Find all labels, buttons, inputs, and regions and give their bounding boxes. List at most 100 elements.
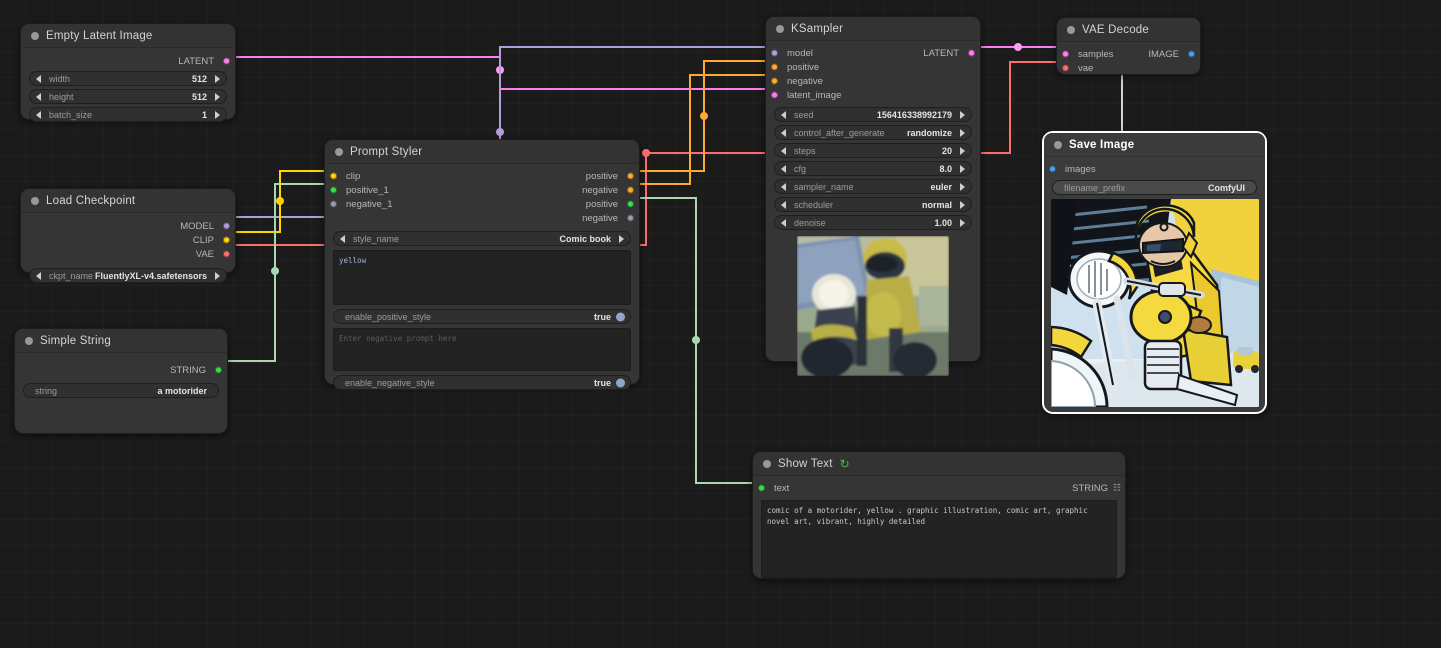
widget-scheduler[interactable]: scheduler normal: [774, 197, 972, 212]
input-slot-latent-image[interactable]: latent_image: [766, 88, 980, 102]
positive-prompt-textarea[interactable]: yellow: [333, 250, 631, 305]
decrement-arrow-icon[interactable]: [36, 92, 41, 101]
slot-dot-icon[interactable]: [1062, 64, 1069, 72]
previous-arrow-icon[interactable]: [781, 182, 786, 191]
collapse-dot-icon[interactable]: [335, 147, 343, 156]
widget-width[interactable]: width 512: [29, 71, 227, 86]
next-arrow-icon[interactable]: [215, 271, 220, 280]
output-slot-image[interactable]: IMAGE: [1057, 47, 1200, 61]
slot-dot-icon[interactable]: [771, 63, 778, 71]
widget-value[interactable]: normal: [922, 200, 964, 210]
node-ksampler[interactable]: KSampler model LATENT positive negative: [765, 16, 981, 376]
widget-filename-prefix[interactable]: filename_prefix ComfyUI: [1052, 180, 1257, 195]
slot-dot-icon[interactable]: [223, 250, 230, 258]
node-save-image[interactable]: Save Image images filename_prefix ComfyU…: [1042, 131, 1267, 414]
previous-arrow-icon[interactable]: [36, 271, 41, 280]
toggle-icon[interactable]: [616, 312, 625, 321]
next-arrow-icon[interactable]: [960, 200, 965, 209]
node-title-bar[interactable]: Load Checkpoint: [21, 189, 235, 213]
widget-control-after-generate[interactable]: control_after_generate randomize: [774, 125, 972, 140]
increment-arrow-icon[interactable]: [960, 146, 965, 155]
input-slot-vae[interactable]: vae: [1057, 61, 1200, 75]
widget-cfg[interactable]: cfg 8.0: [774, 161, 972, 176]
node-load-checkpoint[interactable]: Load Checkpoint MODEL CLIP VAE ckpt_name…: [20, 188, 236, 283]
slot-dot-icon[interactable]: [627, 172, 634, 180]
node-simple-string[interactable]: Simple String STRING string a motorider: [14, 328, 228, 434]
previous-arrow-icon[interactable]: [781, 128, 786, 137]
node-title-bar[interactable]: KSampler: [766, 17, 980, 41]
output-slot-positive-string[interactable]: positive: [325, 197, 639, 211]
node-prompt-styler[interactable]: Prompt Styler clip positive positive_1 n…: [324, 139, 640, 390]
output-slot-vae[interactable]: VAE: [21, 247, 235, 261]
widget-ckpt-name[interactable]: ckpt_name FluentlyXL-v4.safetensors: [29, 268, 227, 283]
refresh-icon[interactable]: ↻: [840, 458, 850, 470]
output-slot-negative-string[interactable]: negative: [325, 211, 639, 225]
decrement-arrow-icon[interactable]: [36, 74, 41, 83]
output-slot-clip[interactable]: CLIP: [21, 233, 235, 247]
slot-dot-icon[interactable]: [223, 57, 230, 65]
output-slot-model[interactable]: MODEL: [21, 219, 235, 233]
output-slot-negative-cond[interactable]: negative: [325, 183, 639, 197]
decrement-arrow-icon[interactable]: [781, 218, 786, 227]
toggle-icon[interactable]: [616, 378, 625, 387]
widget-height[interactable]: height 512: [29, 89, 227, 104]
widget-value[interactable]: euler: [930, 182, 964, 192]
slot-dot-icon[interactable]: [627, 186, 634, 194]
increment-arrow-icon[interactable]: [215, 110, 220, 119]
next-arrow-icon[interactable]: [960, 128, 965, 137]
slot-dot-icon[interactable]: [968, 49, 975, 57]
output-slot-string[interactable]: STRING: [15, 363, 227, 377]
slot-dot-icon[interactable]: [627, 214, 634, 222]
widget-enable-positive-style[interactable]: enable_positive_style true: [333, 309, 631, 324]
widget-sampler-name[interactable]: sampler_name euler: [774, 179, 972, 194]
collapse-dot-icon[interactable]: [1067, 25, 1075, 34]
slot-dot-icon[interactable]: [1049, 165, 1056, 173]
previous-arrow-icon[interactable]: [781, 200, 786, 209]
widget-value[interactable]: FluentlyXL-v4.safetensors: [95, 271, 219, 281]
input-slot-positive[interactable]: positive: [766, 60, 980, 74]
widget-enable-negative-style[interactable]: enable_negative_style true: [333, 375, 631, 390]
decrement-arrow-icon[interactable]: [781, 146, 786, 155]
widget-seed[interactable]: seed 156416338992179: [774, 107, 972, 122]
output-slot-latent[interactable]: LATENT: [21, 54, 235, 68]
previous-arrow-icon[interactable]: [340, 234, 345, 243]
collapse-dot-icon[interactable]: [31, 31, 39, 40]
slot-dot-icon[interactable]: [771, 77, 778, 85]
node-empty-latent-image[interactable]: Empty Latent Image LATENT width 512 heig…: [20, 23, 236, 122]
widget-value[interactable]: randomize: [907, 128, 964, 138]
output-slot-string[interactable]: STRING ☷: [753, 481, 1125, 495]
slot-dot-icon[interactable]: [1188, 50, 1195, 58]
widget-steps[interactable]: steps 20: [774, 143, 972, 158]
widget-batch-size[interactable]: batch_size 1: [29, 107, 227, 122]
node-title-bar[interactable]: Simple String: [15, 329, 227, 353]
node-title-bar[interactable]: Prompt Styler: [325, 140, 639, 164]
node-title-bar[interactable]: Save Image: [1044, 133, 1265, 157]
increment-arrow-icon[interactable]: [960, 110, 965, 119]
node-title-bar[interactable]: Empty Latent Image: [21, 24, 235, 48]
node-title-bar[interactable]: Show Text ↻: [753, 452, 1125, 476]
slot-dot-icon[interactable]: [223, 222, 230, 230]
widget-value[interactable]: Comic book: [559, 234, 623, 244]
decrement-arrow-icon[interactable]: [36, 110, 41, 119]
next-arrow-icon[interactable]: [960, 182, 965, 191]
show-text-output-textarea[interactable]: comic of a motorider, yellow . graphic i…: [761, 500, 1117, 578]
next-arrow-icon[interactable]: [619, 234, 624, 243]
widget-denoise[interactable]: denoise 1.00: [774, 215, 972, 230]
widget-string[interactable]: string a motorider: [23, 383, 219, 398]
collapse-dot-icon[interactable]: [25, 336, 33, 345]
node-title-bar[interactable]: VAE Decode: [1057, 18, 1200, 42]
node-vae-decode[interactable]: VAE Decode samples IMAGE vae: [1056, 17, 1201, 75]
widget-value[interactable]: a motorider: [157, 386, 211, 396]
negative-prompt-textarea[interactable]: Enter negative prompt here: [333, 328, 631, 371]
collapse-dot-icon[interactable]: [1054, 140, 1062, 149]
node-show-text[interactable]: Show Text ↻ text STRING ☷ comic of a mot…: [752, 451, 1126, 579]
slot-dot-icon[interactable]: [627, 200, 634, 208]
decrement-arrow-icon[interactable]: [781, 164, 786, 173]
decrement-arrow-icon[interactable]: [781, 110, 786, 119]
collapse-dot-icon[interactable]: [763, 459, 771, 468]
comfyui-canvas[interactable]: Empty Latent Image LATENT width 512 heig…: [0, 0, 1441, 648]
input-slot-images[interactable]: images: [1044, 162, 1265, 176]
slot-dot-icon[interactable]: [223, 236, 230, 244]
slot-dot-icon[interactable]: [771, 91, 778, 99]
output-slot-positive-cond[interactable]: positive: [325, 169, 639, 183]
